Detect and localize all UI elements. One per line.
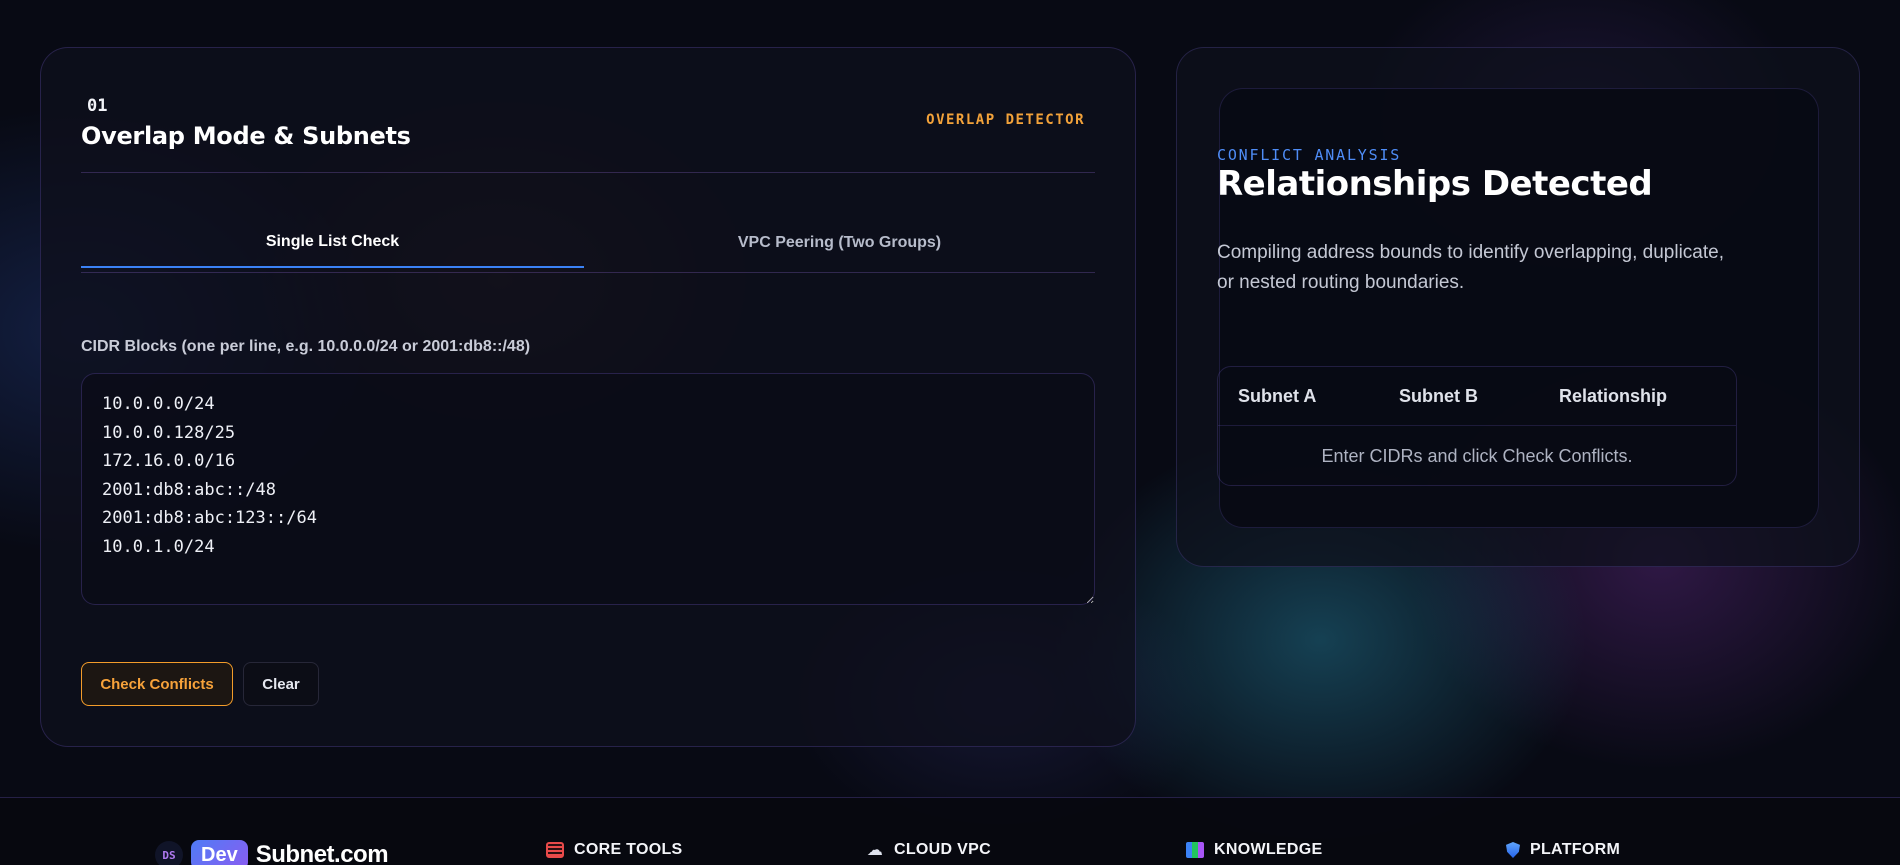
divider [81, 172, 1095, 173]
results-title: Relationships Detected [1217, 164, 1653, 204]
footer-knowledge[interactable]: KNOWLEDGE [1186, 840, 1322, 860]
results-description: Compiling address bounds to identify ove… [1217, 242, 1724, 293]
mode-tabs: Single List Check VPC Peering (Two Group… [81, 218, 1095, 270]
cidr-blocks-input[interactable] [81, 373, 1095, 605]
step-number: 01 [87, 96, 108, 116]
site-footer: DS Dev Subnet.com CORE TOOLS ☁ CLOUD VPC… [0, 797, 1900, 865]
conflict-analysis-panel: CONFLICT ANALYSIS Relationships Detected… [1176, 47, 1860, 567]
footer-column-label: CORE TOOLS [574, 841, 683, 858]
logo-dev-badge: Dev [191, 840, 248, 865]
relationships-table: Subnet A Subnet B Relationship Enter CID… [1217, 366, 1737, 486]
conflict-analysis-eyebrow: CONFLICT ANALYSIS [1217, 146, 1402, 164]
panel-title: Overlap Mode & Subnets [81, 122, 411, 150]
divider [81, 272, 1095, 273]
column-subnet-a: Subnet A [1238, 386, 1317, 406]
tab-single-list-check[interactable]: Single List Check [81, 218, 584, 268]
footer-core-tools[interactable]: CORE TOOLS [546, 840, 683, 860]
overlap-detector-tag: OVERLAP DETECTOR [926, 112, 1085, 128]
books-icon [1186, 842, 1204, 858]
table-empty-message: Enter CIDRs and click Check Conflicts. [1321, 445, 1633, 466]
logo-badge: DS [155, 841, 183, 865]
tab-vpc-peering[interactable]: VPC Peering (Two Groups) [584, 218, 1095, 268]
clear-button[interactable]: Clear [243, 662, 319, 706]
column-subnet-b: Subnet B [1399, 386, 1478, 406]
logo-name: Subnet.com [255, 841, 389, 865]
footer-column-label: KNOWLEDGE [1214, 841, 1323, 858]
footer-column-label: CLOUD VPC [894, 841, 991, 858]
table-header: Subnet A Subnet B Relationship [1218, 367, 1736, 426]
shield-icon [1506, 842, 1520, 858]
cloud-icon: ☁ [866, 842, 884, 859]
check-conflicts-button[interactable]: Check Conflicts [81, 662, 233, 706]
core-tools-icon [546, 842, 564, 858]
footer-platform[interactable]: PLATFORM [1506, 840, 1620, 860]
column-relationship: Relationship [1559, 386, 1668, 406]
footer-column-label: PLATFORM [1530, 841, 1621, 858]
overlap-mode-panel: 01 Overlap Mode & Subnets OVERLAP DETECT… [40, 47, 1136, 747]
site-logo[interactable]: DS Dev Subnet.com [155, 840, 389, 865]
cidr-blocks-label: CIDR Blocks (one per line, e.g. 10.0.0.0… [81, 338, 531, 355]
footer-cloud-vpc[interactable]: ☁ CLOUD VPC [866, 840, 991, 860]
